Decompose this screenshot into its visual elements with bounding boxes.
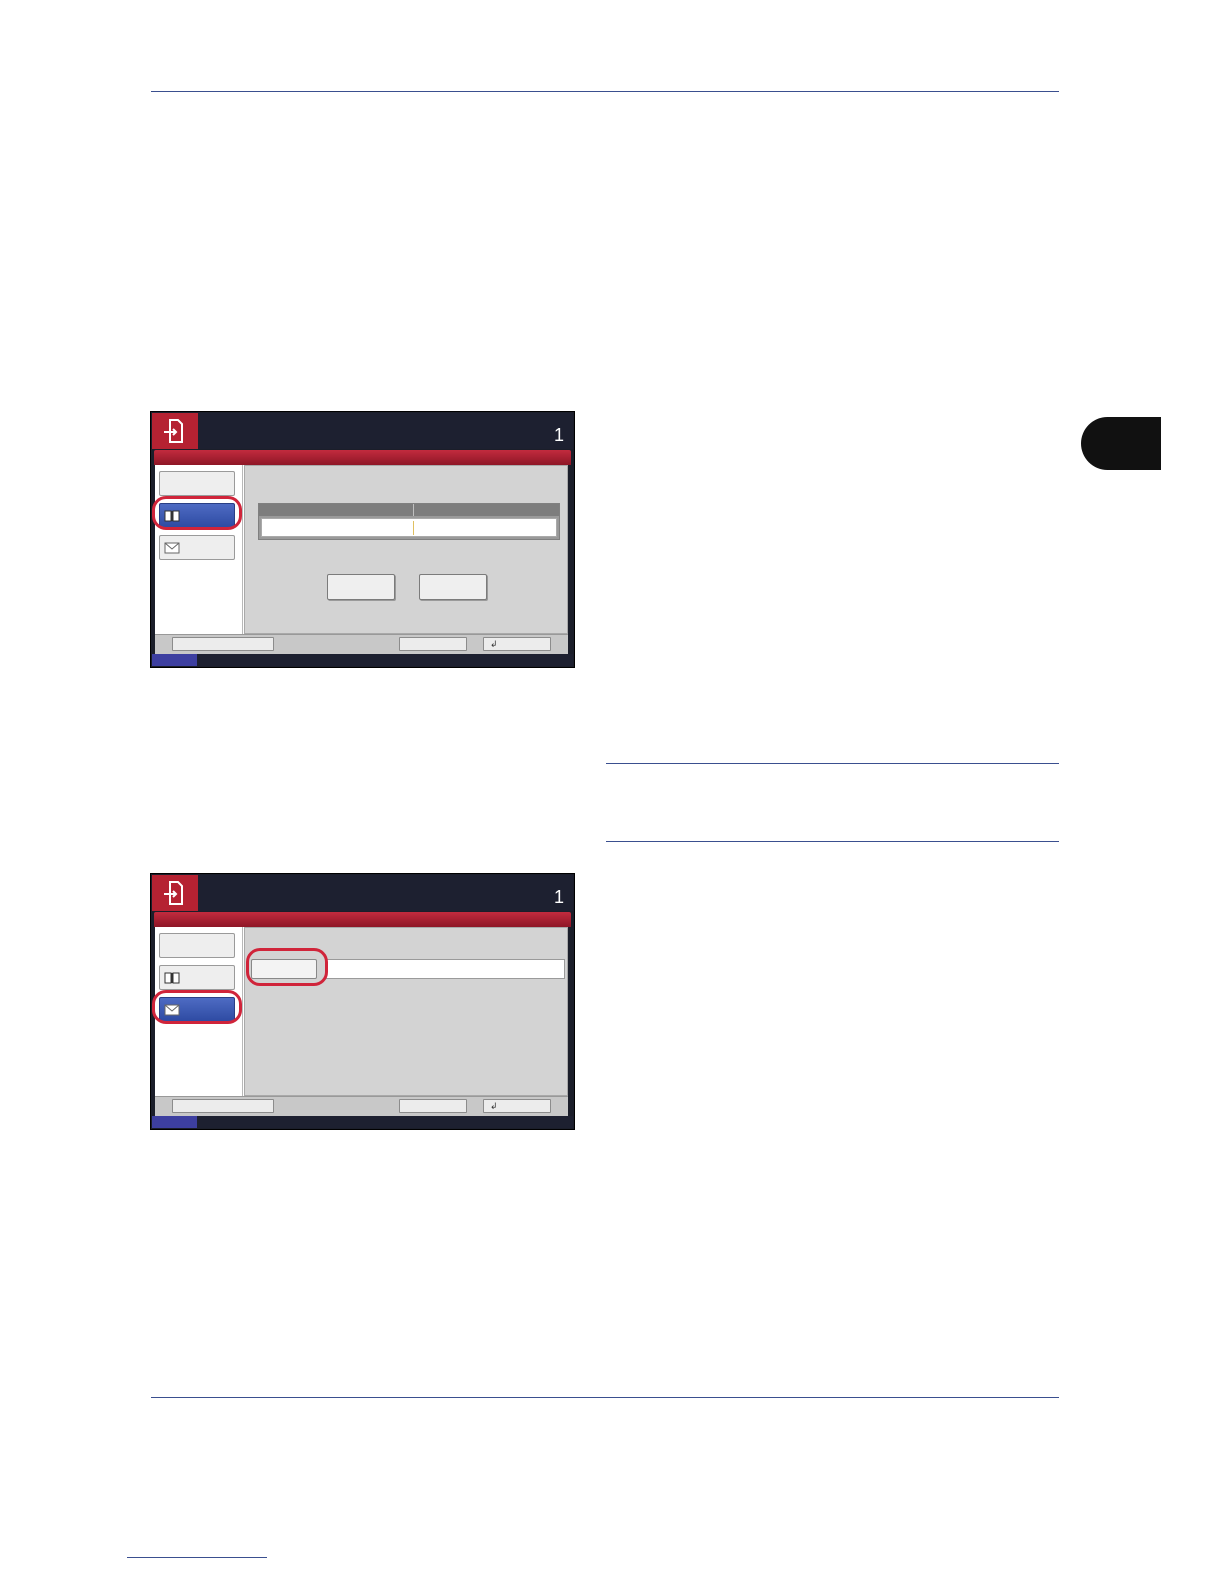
panel-screenshot-address-book: 1 ↲: [150, 411, 575, 668]
panel-footer: ↲: [155, 634, 568, 654]
address-book-dialog: [244, 465, 568, 634]
enter-icon: ↲: [490, 638, 498, 649]
one-touch-key-tab[interactable]: [159, 471, 235, 496]
panel-body: [155, 465, 568, 634]
dialog-button-right[interactable]: [419, 574, 487, 600]
footer-button-left[interactable]: [172, 637, 274, 651]
dialog-button-left[interactable]: [327, 574, 395, 600]
panel-footer: ↲: [155, 1096, 568, 1116]
enter-icon: ↲: [490, 1100, 498, 1111]
footer-button-left[interactable]: [172, 1099, 274, 1113]
footer-button-middle[interactable]: [399, 637, 467, 651]
panel-header: 1: [198, 875, 573, 911]
panel-header: 1: [198, 413, 573, 449]
one-touch-key-tab[interactable]: [159, 933, 235, 958]
original-count: 1: [553, 425, 564, 445]
send-icon: [152, 875, 198, 911]
title-band: [154, 912, 571, 927]
send-icon: [152, 413, 198, 449]
footer-rule: [151, 1397, 1059, 1398]
table-header: [259, 504, 559, 516]
highlight-circle: [152, 496, 242, 530]
email-address-field[interactable]: [325, 959, 565, 979]
destination-tabs: [155, 465, 243, 634]
address-book-icon: [164, 972, 180, 983]
note-rule-top: [606, 763, 1059, 764]
envelope-icon: [164, 542, 180, 553]
status-strip: [152, 1116, 573, 1128]
status-strip: [152, 654, 573, 666]
address-book-tab[interactable]: [159, 965, 235, 990]
highlight-circle: [246, 948, 328, 986]
send-icon-glyph: [164, 419, 183, 443]
send-icon-glyph: [164, 881, 183, 905]
panel-screenshot-email: 1 ↲: [150, 873, 575, 1130]
address-book-table: [258, 503, 560, 540]
footer-button-enter[interactable]: ↲: [483, 1099, 551, 1113]
footer-button-middle[interactable]: [399, 1099, 467, 1113]
note-rule-bottom: [606, 841, 1059, 842]
title-band: [154, 450, 571, 465]
email-tab[interactable]: [159, 535, 235, 560]
table-row[interactable]: [261, 518, 557, 537]
header-rule: [151, 91, 1059, 92]
link-underline[interactable]: [127, 1557, 267, 1558]
highlight-circle: [152, 990, 242, 1024]
chapter-tab: [1081, 417, 1161, 470]
original-count: 1: [553, 887, 564, 907]
footer-button-enter[interactable]: ↲: [483, 637, 551, 651]
